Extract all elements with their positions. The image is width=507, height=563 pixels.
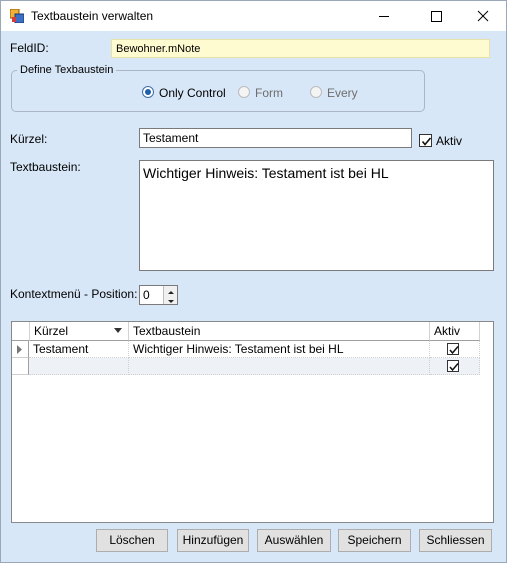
stepper-up-button[interactable] (163, 286, 177, 295)
checkmark-icon (421, 137, 432, 146)
column-header-textbaustein[interactable]: Textbaustein (129, 322, 430, 341)
cell-kuerzel[interactable] (29, 358, 129, 375)
checkmark-icon (449, 363, 459, 372)
dialog-window: Textbaustein verwalten FeldID: Bewohner.… (0, 0, 507, 563)
kuerzel-input[interactable]: Testament (139, 128, 412, 148)
cell-aktiv[interactable] (430, 358, 480, 375)
checkmark-icon (449, 346, 459, 355)
column-header-kuerzel[interactable]: Kürzel (30, 322, 129, 341)
cell-kuerzel[interactable]: Testament (29, 341, 129, 358)
feldid-value: Bewohner.mNote (111, 39, 490, 58)
column-header-aktiv[interactable]: Aktiv (430, 322, 480, 341)
title-bar: Textbaustein verwalten (1, 1, 506, 31)
arrow-down-icon (168, 300, 174, 303)
close-icon (477, 10, 489, 22)
cell-aktiv-checkbox[interactable] (447, 360, 459, 372)
window-title: Textbaustein verwalten (31, 9, 154, 23)
radio-every-label[interactable]: Every (327, 86, 358, 100)
app-icon (10, 9, 24, 23)
define-group-title: Define Texbaustein (17, 64, 117, 76)
row-header-new[interactable] (12, 358, 29, 375)
close-button[interactable] (460, 1, 506, 31)
position-stepper[interactable]: 0 (139, 285, 178, 305)
grid-corner-header (12, 322, 30, 341)
maximize-button[interactable] (413, 1, 459, 31)
radio-only-control[interactable] (142, 86, 154, 98)
speichern-button[interactable]: Speichern (338, 529, 411, 552)
minimize-button[interactable] (361, 1, 407, 31)
row-header-current[interactable] (12, 341, 29, 358)
aktiv-checkbox[interactable] (419, 134, 432, 147)
auswaehlen-button[interactable]: Auswählen (257, 529, 331, 552)
radio-form-label[interactable]: Form (255, 86, 283, 100)
textbaustein-textarea[interactable]: Wichtiger Hinweis: Testament ist bei HL (139, 160, 494, 271)
column-header-kuerzel-label: Kürzel (34, 324, 69, 338)
minimize-icon (379, 16, 389, 17)
radio-only-control-label[interactable]: Only Control (159, 86, 226, 100)
radio-every[interactable] (310, 86, 322, 98)
cell-aktiv-checkbox[interactable] (447, 343, 459, 355)
hinzufuegen-button[interactable]: Hinzufügen (177, 529, 249, 552)
feldid-label: FeldID: (10, 41, 49, 55)
schliessen-button[interactable]: Schliessen (419, 529, 492, 552)
cell-textbaustein[interactable] (129, 358, 430, 375)
loeschen-button[interactable]: Löschen (96, 529, 168, 552)
cell-aktiv[interactable] (430, 341, 480, 358)
radio-form[interactable] (238, 86, 250, 98)
kontextmenue-position-label: Kontextmenü - Position: (10, 287, 138, 301)
kuerzel-label: Kürzel: (10, 132, 48, 146)
position-value[interactable]: 0 (143, 288, 150, 302)
sort-dropdown-icon (114, 328, 122, 333)
aktiv-label[interactable]: Aktiv (436, 134, 462, 148)
cell-textbaustein[interactable]: Wichtiger Hinweis: Testament ist bei HL (129, 341, 430, 358)
stepper-down-button[interactable] (163, 295, 177, 304)
textbaustein-grid[interactable]: Kürzel Textbaustein Aktiv Testament Wich… (11, 321, 494, 523)
maximize-icon (431, 11, 442, 22)
current-row-arrow-icon (17, 345, 22, 354)
textbaustein-label: Textbaustein: (10, 160, 81, 174)
